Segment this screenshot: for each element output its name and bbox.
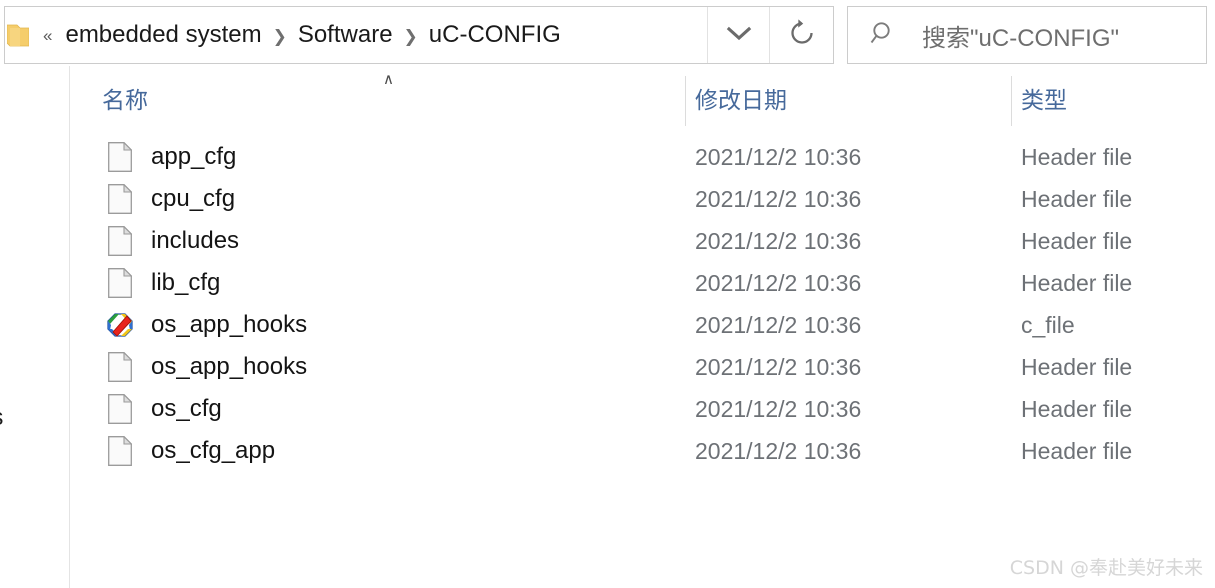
- file-name-label: app_cfg: [151, 143, 237, 170]
- table-row[interactable]: os_app_hooks 2021/12/2 10:36 Header file: [71, 346, 1215, 388]
- folder-icon: [7, 22, 29, 48]
- column-divider[interactable]: [1011, 76, 1012, 126]
- file-type-cell: Header file: [1021, 269, 1133, 296]
- chevron-right-icon[interactable]: ❯: [404, 28, 418, 45]
- file-type-cell: Header file: [1021, 143, 1133, 170]
- generic-file-icon: [105, 184, 135, 214]
- column-header-row: ∧ 名称 修改日期 类型: [71, 70, 1215, 126]
- column-header-type[interactable]: 类型: [1021, 70, 1211, 126]
- generic-file-icon: [105, 352, 135, 382]
- file-name-cell[interactable]: lib_cfg: [71, 262, 220, 304]
- file-list[interactable]: app_cfg 2021/12/2 10:36 Header file cpu_…: [71, 136, 1215, 472]
- file-name-label: os_cfg: [151, 395, 222, 422]
- file-date-cell: 2021/12/2 10:36: [695, 395, 862, 422]
- column-header-name-label: 名称: [102, 87, 148, 113]
- file-name-label: os_cfg_app: [151, 437, 276, 464]
- column-divider[interactable]: [685, 76, 686, 126]
- table-row[interactable]: includes 2021/12/2 10:36 Header file: [71, 220, 1215, 262]
- search-icon: [870, 20, 896, 51]
- file-name-label: includes: [151, 227, 240, 254]
- file-type-cell: Header file: [1021, 353, 1133, 380]
- column-header-type-label: 类型: [1021, 87, 1067, 113]
- file-name-label: os_app_hooks: [151, 353, 308, 380]
- nav-pane-clipped-item[interactable]: ds: [0, 404, 3, 432]
- column-header-date-modified-label: 修改日期: [695, 87, 787, 113]
- file-name-cell[interactable]: os_app_hooks: [71, 304, 307, 346]
- generic-file-icon: [105, 394, 135, 424]
- breadcrumb[interactable]: « embedded system ❯ Software ❯ uC-CONFIG: [5, 7, 707, 63]
- file-name-label: os_app_hooks: [151, 311, 308, 338]
- table-row[interactable]: app_cfg 2021/12/2 10:36 Header file: [71, 136, 1215, 178]
- file-date-cell: 2021/12/2 10:36: [695, 353, 862, 380]
- breadcrumb-item-uc-config[interactable]: uC-CONFIG: [427, 19, 563, 51]
- navigation-toolbar: « embedded system ❯ Software ❯ uC-CONFIG: [0, 6, 1215, 64]
- chevron-right-icon[interactable]: ❯: [273, 28, 287, 45]
- file-date-cell: 2021/12/2 10:36: [695, 185, 862, 212]
- chevron-down-icon: [726, 25, 752, 46]
- file-type-cell: Header file: [1021, 185, 1133, 212]
- generic-file-icon: [105, 268, 135, 298]
- generic-file-icon: [105, 142, 135, 172]
- search-box[interactable]: 搜索"uC-CONFIG": [847, 6, 1207, 64]
- file-type-cell: c_file: [1021, 311, 1075, 338]
- column-header-name[interactable]: 名称: [102, 70, 685, 126]
- file-date-cell: 2021/12/2 10:36: [695, 311, 862, 338]
- file-name-cell[interactable]: app_cfg: [71, 136, 236, 178]
- refresh-icon: [788, 18, 816, 53]
- file-name-label: lib_cfg: [151, 269, 221, 296]
- file-name-cell[interactable]: cpu_cfg: [71, 178, 235, 220]
- file-name-cell[interactable]: os_app_hooks: [71, 346, 307, 388]
- generic-file-icon: [105, 226, 135, 256]
- breadcrumb-item-software[interactable]: Software: [296, 19, 395, 51]
- file-type-cell: Header file: [1021, 395, 1133, 422]
- file-name-cell[interactable]: includes: [71, 220, 239, 262]
- breadcrumb-item-embedded-system[interactable]: embedded system: [63, 19, 263, 51]
- file-type-cell: Header file: [1021, 437, 1133, 464]
- navigation-pane[interactable]: ds: [0, 66, 70, 588]
- file-name-cell[interactable]: os_cfg: [71, 388, 222, 430]
- generic-file-icon: [105, 436, 135, 466]
- search-input-placeholder[interactable]: 搜索"uC-CONFIG": [922, 18, 1119, 53]
- file-name-cell[interactable]: os_cfg_app: [71, 430, 275, 472]
- file-name-label: cpu_cfg: [151, 185, 236, 212]
- table-row[interactable]: lib_cfg 2021/12/2 10:36 Header file: [71, 262, 1215, 304]
- file-date-cell: 2021/12/2 10:36: [695, 269, 862, 296]
- file-date-cell: 2021/12/2 10:36: [695, 227, 862, 254]
- table-row[interactable]: os_app_hooks 2021/12/2 10:36 c_file: [71, 304, 1215, 346]
- file-explorer-window: « embedded system ❯ Software ❯ uC-CONFIG: [0, 0, 1215, 588]
- column-header-date-modified[interactable]: 修改日期: [695, 70, 1011, 126]
- breadcrumb-overflow-icon[interactable]: «: [43, 27, 53, 44]
- table-row[interactable]: os_cfg 2021/12/2 10:36 Header file: [71, 388, 1215, 430]
- address-history-dropdown-button[interactable]: [707, 7, 769, 63]
- address-bar[interactable]: « embedded system ❯ Software ❯ uC-CONFIG: [4, 6, 834, 64]
- file-date-cell: 2021/12/2 10:36: [695, 143, 862, 170]
- file-date-cell: 2021/12/2 10:36: [695, 437, 862, 464]
- file-type-cell: Header file: [1021, 227, 1133, 254]
- csdn-watermark: CSDN @奉赴美好未来: [1009, 557, 1203, 579]
- table-row[interactable]: cpu_cfg 2021/12/2 10:36 Header file: [71, 178, 1215, 220]
- table-row[interactable]: os_cfg_app 2021/12/2 10:36 Header file: [71, 430, 1215, 472]
- refresh-button[interactable]: [769, 7, 833, 63]
- c-source-file-icon: [105, 310, 135, 340]
